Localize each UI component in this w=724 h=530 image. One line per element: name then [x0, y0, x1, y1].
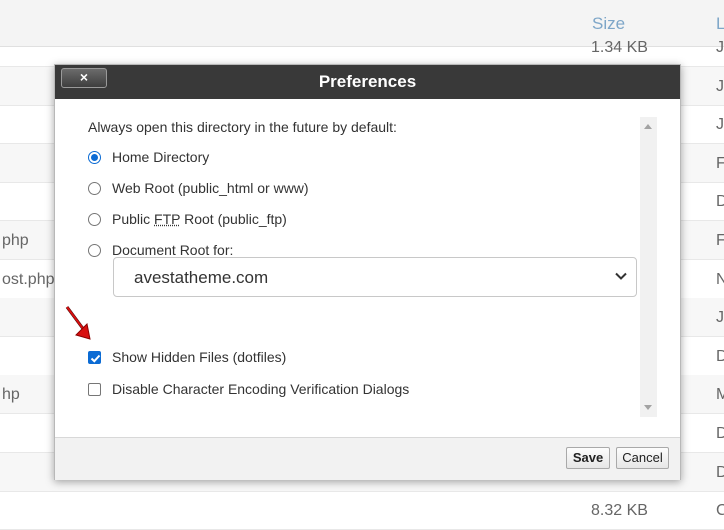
- cell-name: ost.php: [2, 270, 55, 288]
- cell-last: C: [716, 502, 724, 520]
- radio-home-directory[interactable]: Home Directory: [88, 149, 209, 165]
- radio-label: Document Root for:: [112, 242, 234, 258]
- radio-document-root[interactable]: Document Root for:: [88, 242, 233, 258]
- dialog-footer: Save Cancel: [55, 437, 680, 480]
- cell-name: php: [2, 232, 29, 249]
- cell-last: N: [716, 270, 724, 288]
- dialog-content: Always open this directory in the future…: [55, 99, 680, 437]
- chevron-down-icon: [615, 272, 627, 280]
- checkbox-label: Show Hidden Files (dotfiles): [112, 349, 287, 365]
- cell-name: hp: [2, 386, 20, 404]
- checkbox[interactable]: [88, 350, 101, 364]
- checkbox-label: Disable Character Encoding Verification …: [112, 381, 410, 397]
- cell-last: D: [716, 463, 724, 481]
- cell-last: J: [716, 77, 724, 95]
- cell-last: M: [716, 386, 724, 404]
- radio-public-ftp-root[interactable]: Public FTP Root (public_ftp): [88, 211, 287, 227]
- checkbox-show-hidden-files[interactable]: Show Hidden Files (dotfiles): [88, 349, 286, 365]
- radio-button[interactable]: [88, 243, 101, 257]
- dialog-scrollbar[interactable]: [640, 117, 657, 417]
- check-icon: [90, 354, 101, 363]
- radio-web-root[interactable]: Web Root (public_html or www): [88, 180, 309, 196]
- cell-last: D: [716, 193, 724, 211]
- radio-label: Home Directory: [112, 149, 210, 165]
- table-row[interactable]: 8.32 KB C: [0, 491, 724, 530]
- preferences-dialog: × Preferences Always open this directory…: [54, 64, 681, 480]
- cell-size: 1.34 KB: [591, 39, 648, 56]
- save-button[interactable]: Save: [566, 447, 610, 469]
- cell-last: D: [716, 425, 724, 442]
- radio-button[interactable]: [88, 150, 101, 164]
- dialog-titlebar: × Preferences: [55, 65, 680, 99]
- cell-last: D: [716, 347, 724, 365]
- document-root-select[interactable]: avestatheme.com: [113, 257, 637, 297]
- radio-button[interactable]: [88, 212, 101, 226]
- radio-label: Web Root (public_html or www): [112, 180, 309, 196]
- cell-last: F: [716, 232, 724, 249]
- cell-last: J: [716, 39, 724, 56]
- select-value: avestatheme.com: [134, 268, 269, 287]
- scroll-up-arrow-icon[interactable]: [644, 124, 652, 129]
- cell-last: F: [716, 154, 724, 172]
- dialog-title: Preferences: [318, 72, 417, 91]
- checkbox[interactable]: [88, 382, 101, 396]
- cell-size: 8.32 KB: [591, 502, 648, 520]
- checkbox-disable-encoding-verification[interactable]: Disable Character Encoding Verification …: [88, 381, 409, 397]
- radio-button[interactable]: [88, 181, 101, 195]
- radio-label: Public FTP Root (public_ftp): [112, 211, 287, 227]
- cancel-button[interactable]: Cancel: [616, 447, 669, 469]
- table-row[interactable]: 1.34 KB J: [0, 28, 724, 67]
- default-directory-label: Always open this directory in the future…: [88, 119, 397, 135]
- cell-last: J: [716, 309, 724, 327]
- scroll-down-arrow-icon[interactable]: [644, 405, 652, 410]
- red-arrow-icon: [65, 306, 91, 340]
- cell-last: J: [716, 116, 724, 134]
